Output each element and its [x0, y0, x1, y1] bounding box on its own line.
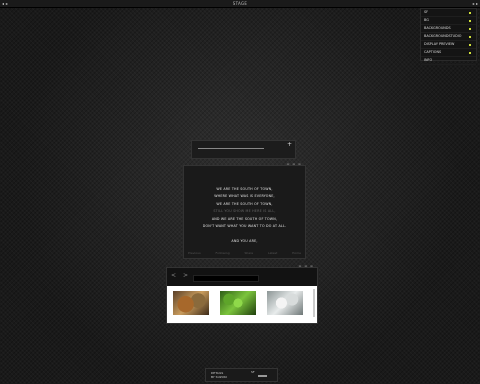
panel-control[interactable]	[258, 375, 267, 377]
top-bar: ◂ ◂ STAGE ▸ ▸	[0, 0, 480, 8]
poem-line: STILL YOU SHOW ME HERE IS ALL,	[213, 209, 276, 214]
poem-line: WHERE WHAT WAS IS EVERYONE,	[214, 194, 275, 199]
thumbnail-frost[interactable]	[267, 291, 303, 315]
forward-icon[interactable]: >	[183, 272, 188, 279]
poem-line: DON'T WANT WHAT YOU WANT TO DO AT ALL.	[202, 224, 287, 229]
browser-window: ▬ ▬ ▬ < >	[166, 264, 318, 324]
tab-home[interactable]: Home	[292, 251, 301, 255]
dropdown-menu: SF BG BACKGROUNDS BACKGROUNDSTUDIO DISPL…	[420, 8, 477, 65]
scrollbar[interactable]	[313, 289, 315, 317]
indicator-icon	[469, 51, 471, 54]
panel-label: SF	[251, 370, 255, 374]
menu-item[interactable]: BACKGROUNDSTUDIO	[421, 33, 476, 41]
address-bar[interactable]	[193, 275, 259, 282]
indicator-icon	[469, 43, 471, 46]
slider-track[interactable]	[198, 148, 264, 149]
tab-latest[interactable]: Latest	[268, 251, 277, 255]
indicator-icon	[469, 35, 471, 38]
browser-content	[167, 286, 317, 323]
menu-item[interactable]: INFO	[421, 57, 476, 65]
poem-line: WE ARE THE SOUTH OF TOWN,	[216, 187, 273, 191]
menu-item[interactable]: CAPTIONS	[421, 49, 476, 57]
window-controls[interactable]: ▬ ▬ ▬	[287, 162, 302, 166]
thumbnail-leaves[interactable]	[173, 291, 209, 315]
poem-line	[184, 230, 305, 237]
menu-item[interactable]: BG	[421, 17, 476, 25]
menu-item[interactable]: DISPLAY PREVIEW	[421, 41, 476, 49]
indicator-icon	[469, 19, 471, 22]
poem-line: WE ARE THE SOUTH OF TOWN,	[216, 201, 273, 206]
tab-previous[interactable]: Previous	[188, 251, 201, 255]
window-title: STAGE	[232, 1, 248, 6]
tab-share[interactable]: Share	[244, 251, 253, 255]
info-panel: DETAILS BY SUZUKI SF	[205, 368, 278, 382]
slider-window: +	[191, 140, 296, 159]
text-window-tabs: Previous Following Share Latest Home	[188, 251, 301, 255]
indicator-icon	[469, 27, 471, 30]
window-controls[interactable]: ▬ ▬ ▬	[299, 264, 314, 268]
browser-nav: < >	[171, 272, 188, 279]
thumbnail-moss[interactable]	[220, 291, 256, 315]
poem-line: AND WE ARE THE SOUTH OF TOWN,	[211, 216, 278, 221]
panel-text: DETAILS BY SUZUKI	[211, 371, 227, 379]
plus-icon[interactable]: +	[287, 141, 292, 148]
menu-item[interactable]: SF	[421, 9, 476, 17]
nav-right-icons[interactable]: ▸ ▸	[473, 1, 478, 6]
poem-line: AND YOU ARE,	[231, 238, 258, 243]
tab-following[interactable]: Following	[216, 251, 230, 255]
indicator-icon	[469, 11, 471, 14]
text-window: ▬ ▬ ▬ WE ARE THE SOUTH OF TOWN, WHERE WH…	[183, 162, 306, 259]
back-icon[interactable]: <	[171, 272, 176, 279]
poem-text: WE ARE THE SOUTH OF TOWN, WHERE WHAT WAS…	[184, 186, 305, 245]
menu-item[interactable]: BACKGROUNDS	[421, 25, 476, 33]
